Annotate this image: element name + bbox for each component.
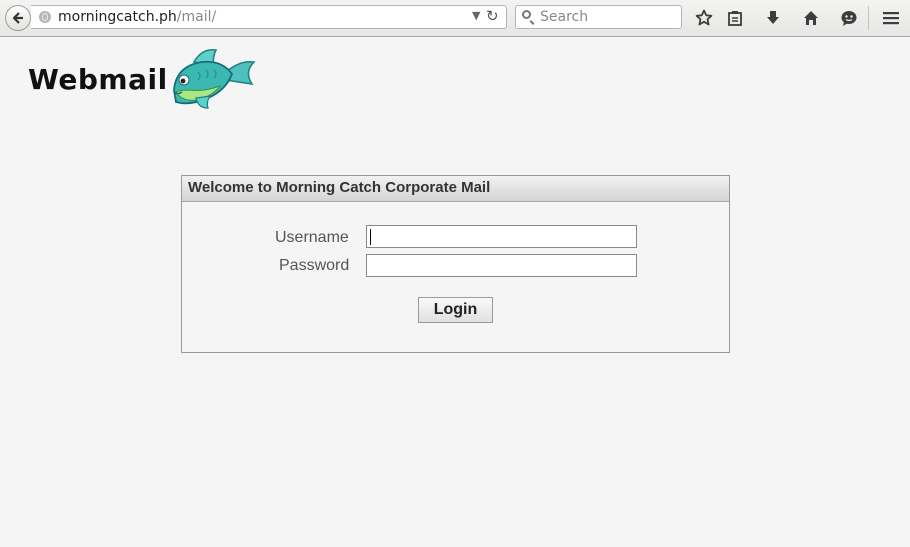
login-panel-title: Welcome to Morning Catch Corporate Mail <box>182 176 729 202</box>
password-input[interactable] <box>366 254 637 277</box>
back-arrow-icon <box>12 12 23 24</box>
download-icon[interactable] <box>761 6 785 30</box>
dropdown-arrow-icon[interactable]: ▼ <box>472 9 480 22</box>
reading-list-icon[interactable] <box>723 6 747 30</box>
webmail-logo-text: Webmail <box>28 63 168 96</box>
text-caret <box>370 229 371 245</box>
username-input[interactable] <box>366 225 637 248</box>
reload-icon[interactable]: ↻ <box>486 7 499 25</box>
search-icon <box>522 10 531 19</box>
url-path: /mail/ <box>176 9 217 25</box>
home-icon[interactable] <box>799 6 823 30</box>
bookmark-star-icon[interactable] <box>692 6 716 30</box>
username-label: Username <box>275 229 349 246</box>
menu-icon[interactable] <box>879 6 903 30</box>
search-placeholder: Search <box>540 9 589 25</box>
toolbar-separator <box>868 6 869 30</box>
login-button[interactable]: Login <box>418 297 493 323</box>
password-label: Password <box>279 257 350 274</box>
browser-toolbar: morningcatch.ph/mail/ ▼ ↻ Search <box>0 0 910 37</box>
fish-icon <box>173 49 256 109</box>
chat-icon[interactable] <box>837 6 861 30</box>
globe-icon <box>39 11 51 23</box>
login-panel: Welcome to Morning Catch Corporate Mail … <box>181 175 730 353</box>
url-text[interactable]: morningcatch.ph/mail/ <box>58 9 216 25</box>
url-host: morningcatch.ph <box>58 9 177 25</box>
url-bar[interactable]: morningcatch.ph/mail/ ▼ ↻ <box>31 5 507 29</box>
back-button[interactable] <box>5 5 31 31</box>
search-bar[interactable]: Search <box>515 5 682 29</box>
